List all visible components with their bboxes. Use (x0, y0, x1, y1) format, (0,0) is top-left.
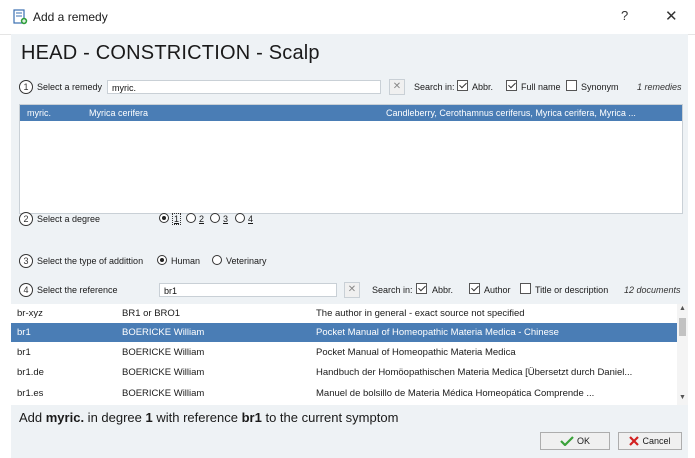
addition-radio-veterinary[interactable] (212, 255, 222, 265)
degree-radio-4[interactable] (235, 213, 245, 223)
remedy-list: myric. Myrica cerifera Candleberry, Cero… (19, 104, 683, 214)
ref-code: br1 (17, 327, 31, 338)
addition-radio-human[interactable] (157, 255, 167, 265)
remedy-count: 1 remedies (637, 82, 682, 92)
reference-label: Select the reference (37, 285, 118, 295)
degree-label: Select a degree (37, 214, 101, 224)
degree-label-4: 4 (248, 214, 254, 224)
cancel-button[interactable]: Cancel (618, 432, 682, 450)
reference-table: br-xyz BR1 or BRO1 The author in general… (11, 304, 688, 405)
degree-radio-2[interactable] (186, 213, 196, 223)
degree-label-3: 3 (223, 214, 229, 224)
ref-title: Pocket Manual of Homeopathic Materia Med… (316, 347, 516, 358)
addition-human-label: Human (171, 256, 201, 266)
reference-abbr-checkbox[interactable] (416, 283, 427, 294)
remedy-search-input[interactable]: myric. (107, 80, 381, 94)
table-row[interactable]: br1 BOERICKE William Pocket Manual of Ho… (11, 343, 677, 362)
reference-author-label: Author (484, 285, 511, 295)
window-title: Add a remedy (33, 10, 108, 24)
scroll-up-icon[interactable]: ▲ (678, 305, 687, 314)
ok-button[interactable]: OK (540, 432, 610, 450)
remedy-name: Myrica cerifera (89, 108, 149, 118)
close-button[interactable]: ✕ (665, 7, 678, 25)
reference-clear-button[interactable]: ✕ (344, 282, 360, 298)
ref-code: br1 (17, 347, 31, 358)
table-row[interactable]: br-xyz BR1 or BRO1 The author in general… (11, 304, 677, 323)
ref-code: br1.es (17, 388, 44, 399)
title-bar: Add a remedy ? ✕ (0, 0, 695, 35)
ok-button-label: OK (576, 436, 590, 446)
degree-radio-1[interactable] (159, 213, 169, 223)
ref-title: Pocket Manual of Homeopathic Materia Med… (316, 327, 559, 338)
summary-suffix: to the current symptom (261, 410, 399, 425)
reference-count: 12 documents (624, 285, 681, 295)
app-icon (13, 9, 28, 25)
table-row[interactable]: br1.es BOERICKE William Manuel de bolsil… (11, 384, 677, 403)
summary-reference: br1 (241, 410, 262, 425)
ref-title: The author in general - exact source not… (316, 308, 525, 319)
scroll-down-icon[interactable]: ▼ (678, 394, 687, 403)
table-row[interactable]: br1 BOERICKE William Pocket Manual of Ho… (11, 323, 677, 342)
table-row[interactable]: br1.de BOERICKE William Handbuch der Hom… (11, 363, 677, 382)
addition-label: Select the type of addittion (37, 256, 144, 266)
addition-veterinary-label: Veterinary (226, 256, 267, 266)
remedy-synonym-label: Synonym (581, 82, 619, 92)
step-1-badge: 1 (19, 80, 33, 94)
remedy-fullname-checkbox[interactable] (506, 80, 517, 91)
help-button[interactable]: ? (621, 8, 628, 23)
reference-abbr-label: Abbr. (432, 285, 454, 295)
remedy-abbr: myric. (27, 108, 51, 118)
ref-author: BR1 or BRO1 (122, 308, 181, 319)
ref-code: br1.de (17, 367, 44, 378)
ref-author: BOERICKE William (122, 347, 205, 358)
remedy-clear-button[interactable]: ✕ (389, 79, 405, 95)
degree-label-1: 1 (172, 213, 182, 225)
ref-author: BOERICKE William (122, 388, 205, 399)
summary-degree: 1 (145, 410, 153, 425)
degree-label-2: 2 (199, 214, 205, 224)
remedy-abbr-checkbox[interactable] (457, 80, 468, 91)
remedy-abbr-label: Abbr. (472, 82, 494, 92)
ref-author: BOERICKE William (122, 367, 205, 378)
ref-title: Manuel de bolsillo de Materia Médica Hom… (316, 388, 595, 399)
step-3-badge: 3 (19, 254, 33, 268)
remedy-search-in-label: Search in: (414, 82, 455, 92)
summary-prefix: Add (19, 410, 46, 425)
ref-title: Handbuch der Homöopathischen Materia Med… (316, 367, 633, 378)
step-4-badge: 4 (19, 283, 33, 297)
reference-title-checkbox[interactable] (520, 283, 531, 294)
reference-scrollbar[interactable]: ▲ ▼ (677, 304, 688, 405)
degree-radio-3[interactable] (210, 213, 220, 223)
remedy-synonyms: Candleberry, Cerothamnus ceriferus, Myri… (386, 108, 636, 118)
reference-search-input[interactable]: br1 (159, 283, 337, 297)
cancel-x-icon (629, 436, 640, 446)
page-title: HEAD - CONSTRICTION - Scalp (21, 42, 320, 64)
summary-mid2: with reference (152, 410, 242, 425)
summary-remedy: myric. (45, 410, 85, 425)
dialog-content: HEAD - CONSTRICTION - Scalp 1 Select a r… (11, 34, 688, 458)
summary-mid1: in degree (84, 410, 146, 425)
cancel-button-label: Cancel (642, 436, 671, 446)
ref-author: BOERICKE William (122, 327, 205, 338)
ref-code: br-xyz (17, 308, 43, 319)
summary-text: Add myric. in degree 1 with reference br… (19, 410, 398, 425)
check-icon (560, 436, 574, 446)
remedy-row[interactable]: myric. Myrica cerifera Candleberry, Cero… (20, 105, 682, 121)
remedy-label: Select a remedy (37, 82, 103, 92)
remedy-fullname-label: Full name (521, 82, 561, 92)
scrollbar-thumb[interactable] (679, 318, 686, 336)
step-2-badge: 2 (19, 212, 33, 226)
remedy-synonym-checkbox[interactable] (566, 80, 577, 91)
reference-title-label: Title or description (535, 285, 609, 295)
reference-author-checkbox[interactable] (469, 283, 480, 294)
reference-search-in-label: Search in: (372, 285, 413, 295)
